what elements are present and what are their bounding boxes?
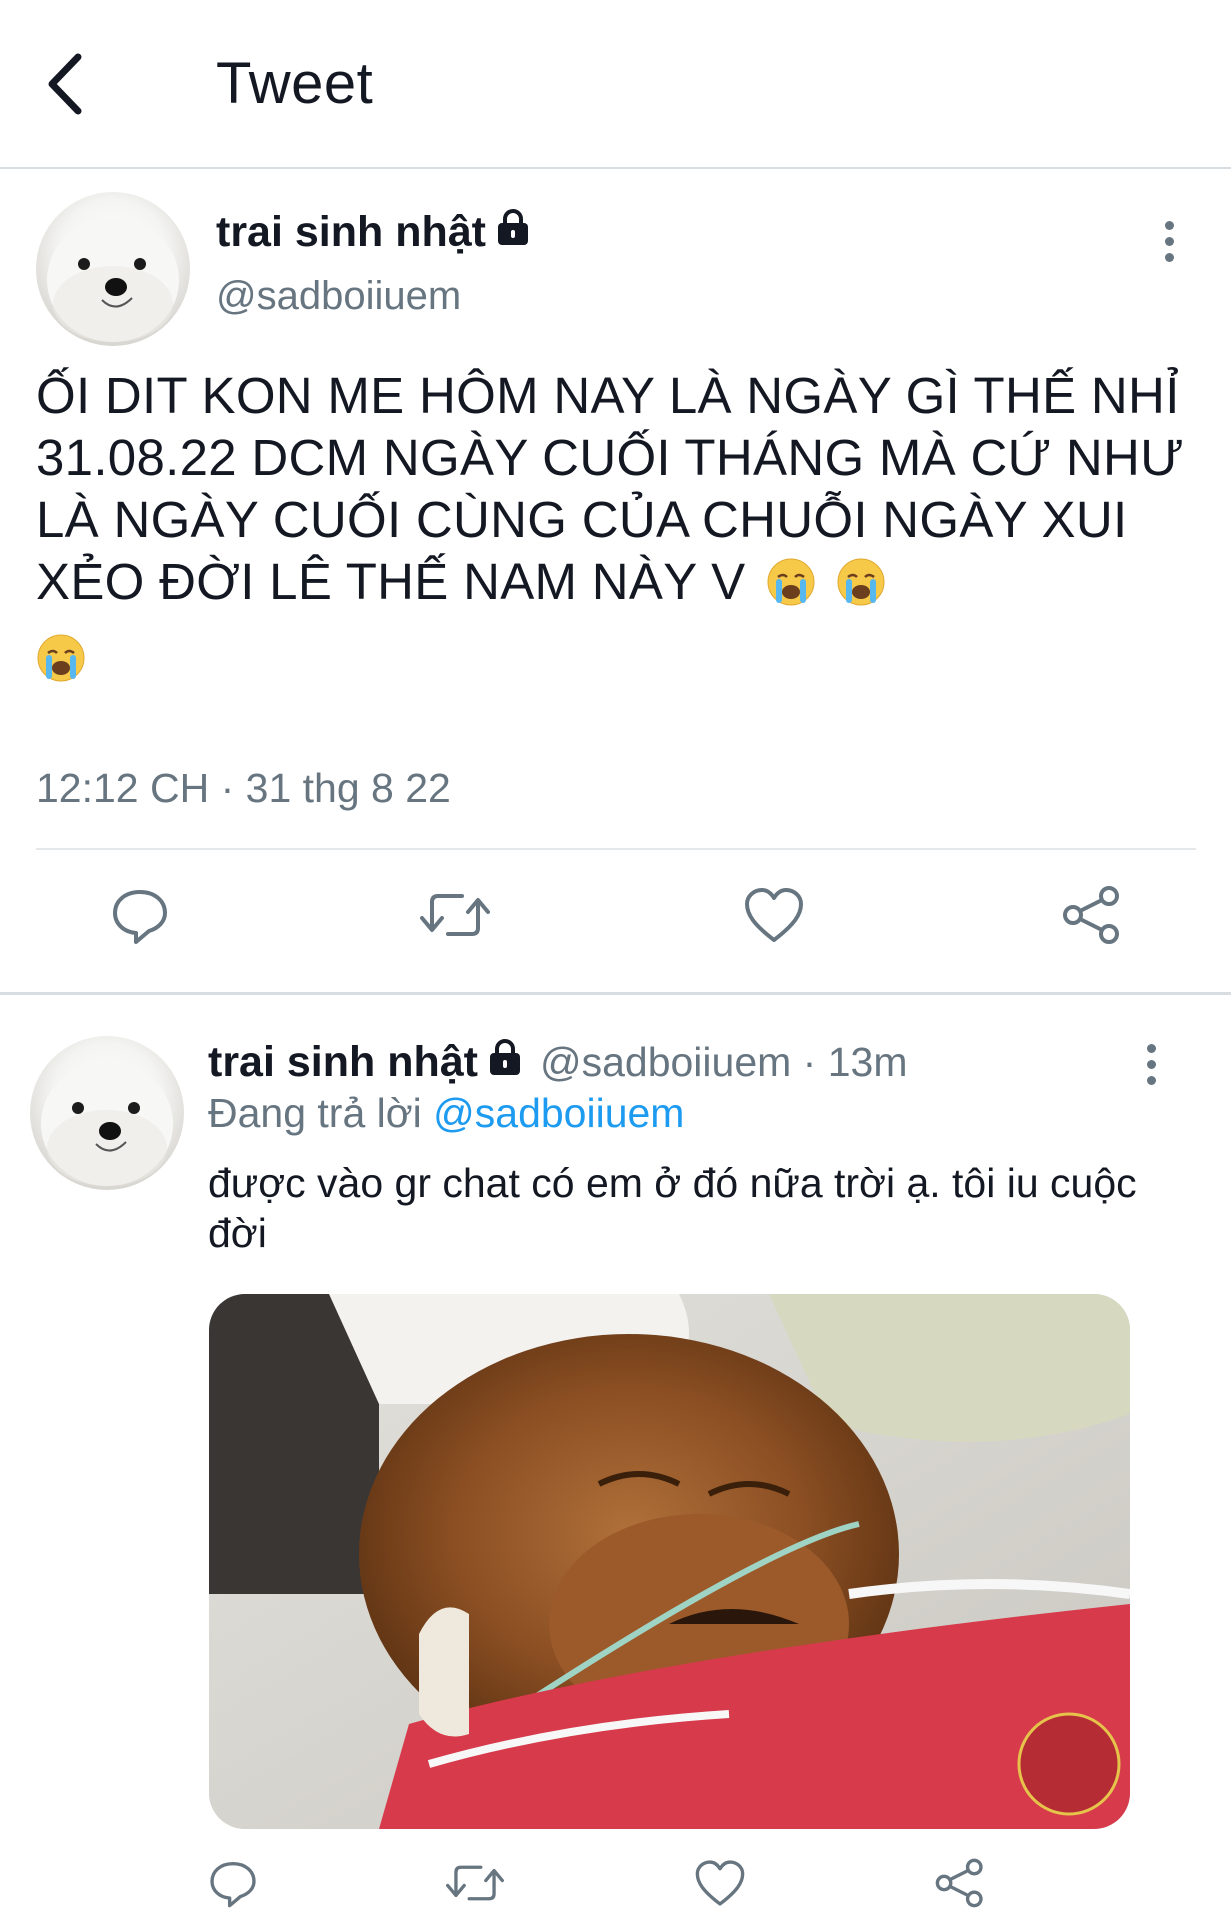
- retweet-button[interactable]: [440, 1848, 510, 1918]
- back-button[interactable]: [34, 46, 94, 126]
- like-button[interactable]: [739, 880, 809, 950]
- share-button[interactable]: [925, 1848, 995, 1918]
- tweet-timestamp[interactable]: 12:12 CH · 31 thg 8 22: [36, 765, 451, 812]
- replying-prefix: Đang trả lời: [208, 1090, 422, 1136]
- tweet-text: ỐI DIT KON ME HÔM NAY LÀ NGÀY GÌ THẾ NHỈ…: [36, 365, 1196, 689]
- display-name-text: trai sinh nhật: [208, 1038, 478, 1086]
- more-options-button[interactable]: [1131, 1034, 1171, 1094]
- tweet-actions: [0, 880, 1231, 960]
- reply-text: được vào gr chat có em ở đó nữa trời ạ. …: [208, 1160, 1137, 1256]
- more-options-button[interactable]: [1149, 211, 1189, 271]
- crying-face-icon: [837, 558, 885, 606]
- heart-icon: [695, 1860, 745, 1906]
- retweet-icon: [420, 894, 490, 936]
- avatar[interactable]: [30, 1036, 184, 1190]
- like-button[interactable]: [685, 1848, 755, 1918]
- share-icon: [1063, 886, 1119, 944]
- author-name[interactable]: trai sinh nhật: [216, 208, 530, 257]
- avatar[interactable]: [36, 192, 190, 346]
- crying-face-icon: [37, 634, 85, 682]
- replying-to-link[interactable]: @sadboiiuem: [433, 1090, 684, 1136]
- replying-to: Đang trả lời @sadboiiuem: [208, 1090, 684, 1137]
- handle-and-time[interactable]: @sadboiiuem · 13m: [540, 1039, 908, 1086]
- retweet-icon: [446, 1865, 504, 1901]
- section-divider: [0, 992, 1231, 995]
- media-image[interactable]: [209, 1294, 1130, 1829]
- share-button[interactable]: [1057, 880, 1127, 950]
- reply-actions: [0, 1848, 1231, 1920]
- retweet-button[interactable]: [420, 880, 490, 950]
- reply-button[interactable]: [198, 1848, 268, 1918]
- reply-icon: [113, 890, 167, 944]
- author-name[interactable]: trai sinh nhật: [208, 1038, 522, 1087]
- author-handle[interactable]: @sadboiiuem: [216, 274, 461, 319]
- reply-icon: [210, 1862, 256, 1908]
- lock-icon: [496, 208, 530, 257]
- share-icon: [935, 1858, 983, 1908]
- display-name-text: trai sinh nhật: [216, 208, 486, 256]
- top-bar: Tweet: [0, 0, 1231, 169]
- heart-icon: [745, 888, 803, 942]
- chevron-left-icon: [44, 51, 84, 122]
- more-vertical-icon: [1164, 220, 1174, 230]
- page-title: Tweet: [216, 51, 374, 116]
- more-vertical-icon: [1146, 1043, 1156, 1053]
- reply-header: trai sinh nhật @sadboiiuem · 13m: [208, 1038, 907, 1087]
- lock-icon: [488, 1038, 522, 1087]
- tweet-body: ỐI DIT KON ME HÔM NAY LÀ NGÀY GÌ THẾ NHỈ…: [36, 367, 1185, 610]
- divider: [36, 848, 1196, 850]
- crying-face-icon: [767, 558, 815, 606]
- reply-button[interactable]: [105, 880, 175, 950]
